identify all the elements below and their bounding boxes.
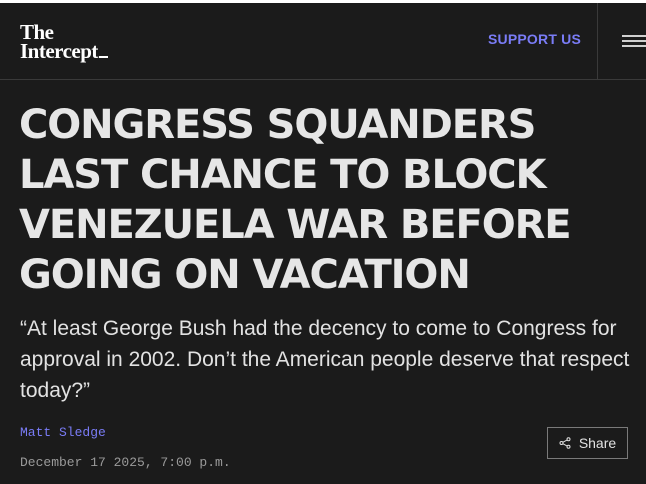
publish-date: December 17 2025, 7:00 p.m. [20,455,231,470]
site-logo[interactable]: The Intercept [20,22,135,67]
logo-cursor [98,56,108,58]
article-headline: CONGRESS SQUANDERS LAST CHANCE TO BLOCK … [19,102,572,298]
share-label: Share [578,435,617,451]
support-us-link[interactable]: SUPPORT US [488,31,581,47]
hamburger-icon[interactable] [622,35,646,47]
site-header: The Intercept SUPPORT US [0,3,646,80]
logo-line-2: Intercept [20,41,135,62]
article-dek: “At least George Bush had the decency to… [20,317,630,402]
share-icon [559,437,571,449]
share-button[interactable]: Share [547,427,628,459]
author-link[interactable]: Matt Sledge [20,425,106,440]
header-divider [597,3,598,80]
